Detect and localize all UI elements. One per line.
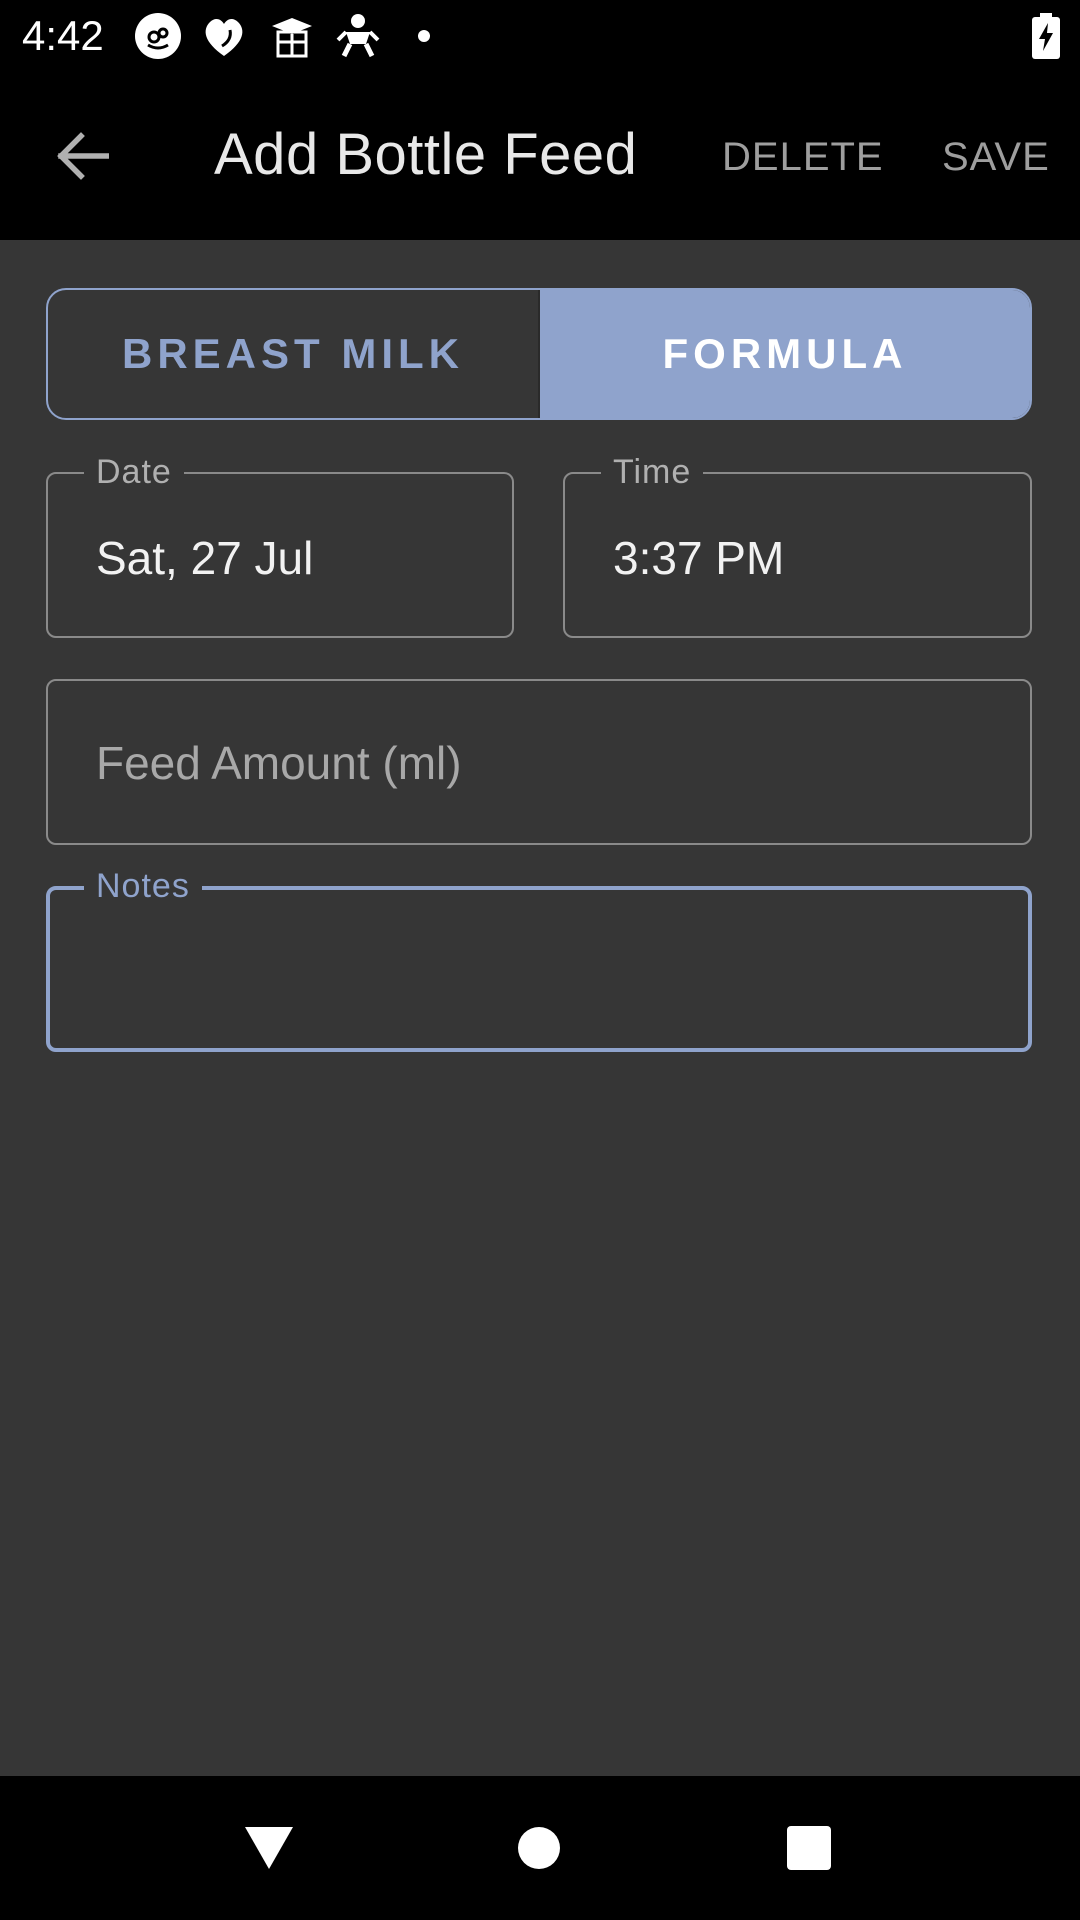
system-nav-bar	[0, 1776, 1080, 1920]
toggle-breast-milk[interactable]: BREAST MILK	[48, 290, 540, 418]
milk-type-toggle: BREAST MILK FORMULA	[46, 288, 1032, 420]
status-time: 4:42	[22, 12, 104, 59]
dot-icon	[418, 30, 430, 42]
time-label: Time	[601, 450, 704, 494]
feed-amount-field[interactable]: Feed Amount (ml)	[46, 679, 1032, 845]
status-bar: 4:42	[0, 0, 1080, 72]
recents-square-icon	[787, 1826, 831, 1870]
date-label: Date	[84, 450, 184, 494]
date-field[interactable]: Date Sat, 27 Jul	[46, 450, 514, 638]
baby-figure-icon	[336, 14, 380, 58]
baby-face-icon	[135, 13, 181, 59]
date-value: Sat, 27 Jul	[96, 532, 314, 584]
notes-field[interactable]: Notes	[46, 864, 1032, 1052]
back-button[interactable]	[50, 124, 114, 188]
nav-back-button[interactable]	[197, 1776, 341, 1920]
toggle-formula[interactable]: FORMULA	[540, 290, 1030, 418]
arrow-left-icon	[57, 132, 109, 180]
time-value: 3:37 PM	[613, 532, 785, 584]
save-button[interactable]: SAVE	[942, 132, 1050, 182]
page-title: Add Bottle Feed	[214, 122, 638, 187]
battery-charging-icon	[1032, 13, 1060, 59]
app-bar: Add Bottle Feed DELETE SAVE	[0, 72, 1080, 240]
notes-label: Notes	[84, 864, 202, 908]
heart-pacifier-icon	[205, 18, 243, 57]
time-field[interactable]: Time 3:37 PM	[563, 450, 1032, 638]
nav-home-button[interactable]	[467, 1776, 611, 1920]
delete-button[interactable]: DELETE	[722, 132, 884, 182]
form-content: BREAST MILK FORMULA Date Sat, 27 Jul Tim…	[0, 240, 1080, 1776]
back-triangle-icon	[245, 1827, 293, 1869]
feed-amount-placeholder: Feed Amount (ml)	[96, 737, 462, 789]
graduation-cap-icon	[272, 18, 312, 58]
nav-recents-button[interactable]	[737, 1776, 881, 1920]
home-circle-icon	[518, 1827, 560, 1869]
